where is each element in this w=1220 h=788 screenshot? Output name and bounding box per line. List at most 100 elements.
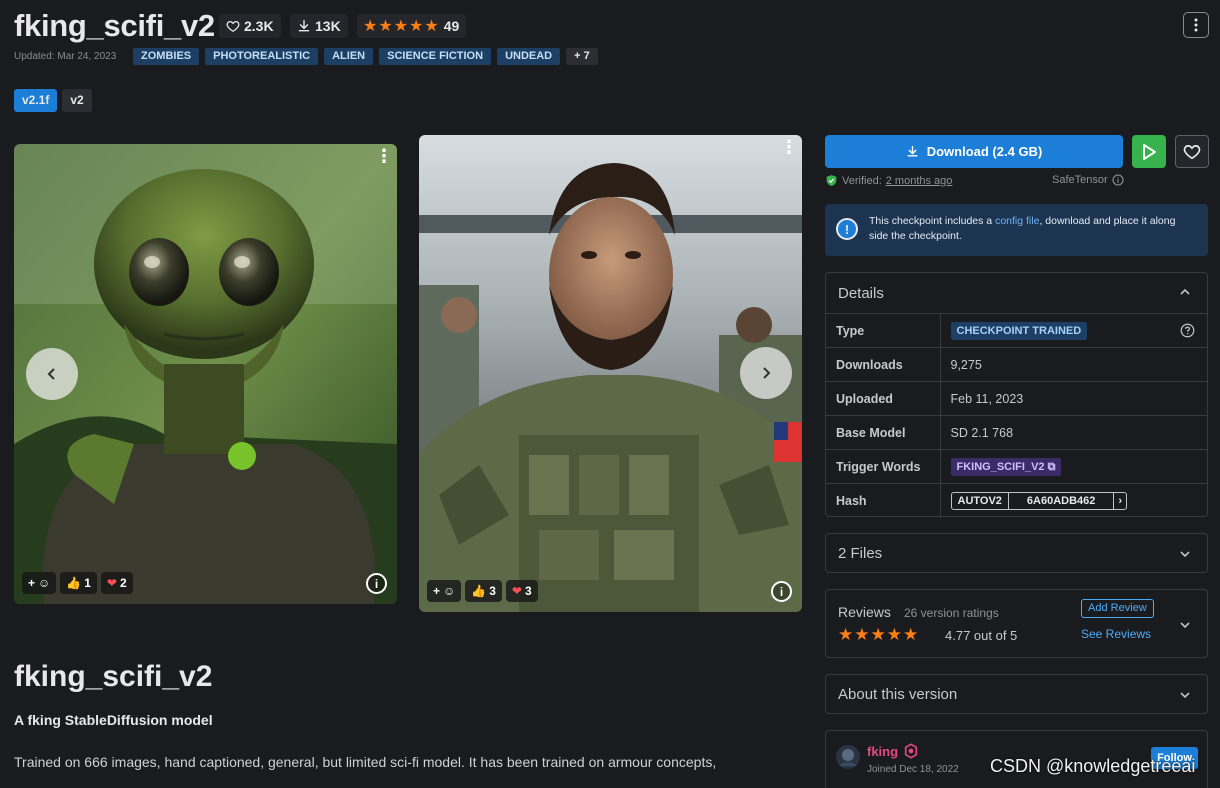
help-icon[interactable] xyxy=(1180,323,1195,338)
download-icon xyxy=(907,145,918,157)
download-icon xyxy=(298,20,310,32)
base-model-value: SD 2.1 768 xyxy=(940,415,1207,450)
details-row-base-model: Base Model SD 2.1 768 xyxy=(826,415,1207,450)
about-version-title: About this version xyxy=(838,685,958,703)
reviews-title: Reviews xyxy=(838,604,891,620)
tag-science-fiction[interactable]: SCIENCE FICTION xyxy=(379,48,492,65)
hash-type[interactable]: AUTOV2 xyxy=(952,493,1008,509)
creator-name[interactable]: fking xyxy=(867,744,898,759)
likes-count: 2.3K xyxy=(244,18,274,34)
thumbs-up-icon: 👍 xyxy=(471,584,487,598)
creator-joined: Joined Dec 18, 2022 xyxy=(867,764,959,775)
run-button[interactable] xyxy=(1132,135,1166,168)
heart-reaction[interactable]: ❤ 2 xyxy=(100,572,133,594)
add-review-button[interactable]: Add Review xyxy=(1081,599,1154,618)
badge-icon xyxy=(904,743,918,759)
heart-icon: ❤ xyxy=(106,576,117,590)
about-version-panel[interactable]: About this version xyxy=(825,674,1208,714)
trigger-word: FKING_SCIFI_V2 xyxy=(956,460,1045,473)
config-file-link[interactable]: config file xyxy=(995,215,1039,227)
details-key: Uploaded xyxy=(826,381,941,416)
more-options-button[interactable] xyxy=(1183,12,1209,38)
chevron-right-icon xyxy=(763,367,771,379)
details-key: Base Model xyxy=(826,415,941,450)
see-reviews-link[interactable]: See Reviews xyxy=(1081,627,1151,641)
reviews-panel: Reviews 26 version ratings ★★★★★ 4.77 ou… xyxy=(825,589,1208,658)
hash-value[interactable]: 6A60ADB462 xyxy=(1007,492,1113,509)
reaction-bar: + ☺ 👍 3 ❤ 3 xyxy=(427,580,538,602)
reaction-bar: + ☺ 👍 1 ❤ 2 xyxy=(22,572,133,594)
details-header[interactable]: Details xyxy=(826,273,1207,313)
add-reaction-button[interactable]: + ☺ xyxy=(427,580,462,602)
version-tab-v2[interactable]: v2 xyxy=(62,89,92,112)
info-icon[interactable] xyxy=(1112,174,1124,186)
details-key: Hash xyxy=(826,483,941,518)
favorite-button[interactable] xyxy=(1175,135,1209,168)
more-tags-button[interactable]: + 7 xyxy=(566,48,598,65)
gallery-image-soldier[interactable]: ⋮ +☺ 👍3 ❤3 i xyxy=(419,135,802,612)
like-reaction[interactable]: 👍 3 xyxy=(465,580,502,602)
heart-outline-icon xyxy=(226,20,240,33)
image-options-icon[interactable]: ⋮ xyxy=(780,138,798,156)
play-icon xyxy=(1143,143,1156,160)
trigger-word-badge[interactable]: FKING_SCIFI_V2 ⧉ xyxy=(950,457,1062,476)
version-tab-v2-1f[interactable]: v2.1f xyxy=(14,89,58,112)
safetensor-label: SafeTensor xyxy=(1052,174,1108,186)
download-button[interactable]: Download (2.4 GB) xyxy=(825,135,1123,168)
safetensor-info: SafeTensor xyxy=(1052,174,1124,186)
details-title: Details xyxy=(838,284,884,302)
tag-undead[interactable]: UNDEAD xyxy=(497,48,561,65)
likes-stat[interactable]: 2.3K xyxy=(219,14,281,38)
gallery-image-alien[interactable]: ⋮ +☺ 👍1 ❤2 i xyxy=(14,144,397,604)
image-info-icon[interactable]: i xyxy=(771,581,792,602)
tag-alien[interactable]: ALIEN xyxy=(324,48,374,65)
add-reaction-button[interactable]: + ☺ xyxy=(22,572,57,594)
hash-box[interactable]: AUTOV2 6A60ADB462 › xyxy=(950,491,1128,510)
updated-date: Updated: Mar 24, 2023 xyxy=(14,51,117,62)
vertical-dots-icon xyxy=(1194,18,1198,32)
smiley-icon: ☺ xyxy=(443,584,456,598)
heart-count: 2 xyxy=(119,576,127,590)
reviews-count: 26 version ratings xyxy=(904,606,999,620)
rating-stat[interactable]: ★★★★★ 49 xyxy=(357,14,467,38)
watermark: CSDN @knowledgetreeai xyxy=(990,756,1196,776)
copy-icon: ⧉ xyxy=(1047,460,1056,473)
details-row-uploaded: Uploaded Feb 11, 2023 xyxy=(826,381,1207,416)
image-info-icon[interactable]: i xyxy=(366,573,387,594)
version-tabs: v2.1f v2 xyxy=(14,89,92,112)
chevron-down-icon xyxy=(1180,551,1190,558)
type-badge: CHECKPOINT TRAINED xyxy=(950,321,1088,340)
details-key: Type xyxy=(826,313,941,348)
files-panel[interactable]: 2 Files xyxy=(825,533,1208,573)
tag-zombies[interactable]: ZOMBIES xyxy=(133,48,200,65)
details-panel: Details Type CHECKPOINT TRAINED Download… xyxy=(825,272,1208,518)
heart-count: 3 xyxy=(524,584,532,598)
heart-reaction[interactable]: ❤ 3 xyxy=(505,580,538,602)
carousel-next-button[interactable] xyxy=(740,347,792,399)
details-table: Type CHECKPOINT TRAINED Downloads 9,275 … xyxy=(826,313,1207,518)
rating-count: 49 xyxy=(443,18,460,34)
like-reaction[interactable]: 👍 1 xyxy=(60,572,97,594)
image-options-icon[interactable]: ⋮ xyxy=(375,147,393,165)
files-title: 2 Files xyxy=(838,544,883,562)
review-score: 4.77 out of 5 xyxy=(945,628,1018,643)
rating-stars-icon: ★★★★★ xyxy=(363,18,440,35)
shield-check-icon xyxy=(826,175,837,186)
thumbs-up-icon: 👍 xyxy=(66,576,82,590)
chevron-right-icon[interactable]: › xyxy=(1113,492,1126,509)
tag-photorealistic[interactable]: PHOTOREALISTIC xyxy=(205,48,319,65)
details-row-type: Type CHECKPOINT TRAINED xyxy=(826,313,1207,348)
verified-status: Verified: 2 months ago xyxy=(825,174,952,187)
tag-list: ZOMBIES PHOTOREALISTIC ALIEN SCIENCE FIC… xyxy=(133,48,598,65)
details-key: Downloads xyxy=(826,347,941,382)
downloads-count: 13K xyxy=(315,18,341,34)
review-stars-icon: ★★★★★ xyxy=(838,625,920,644)
chevron-down-icon[interactable] xyxy=(1179,621,1191,629)
content-description: Trained on 666 images, hand captioned, g… xyxy=(14,754,717,770)
downloads-value: 9,275 xyxy=(940,347,1207,382)
verified-time-link[interactable]: 2 months ago xyxy=(886,175,953,187)
details-row-trigger-words: Trigger Words FKING_SCIFI_V2 ⧉ xyxy=(826,449,1207,484)
avatar[interactable] xyxy=(835,744,861,770)
alert-info-icon: ! xyxy=(836,218,858,240)
carousel-prev-button[interactable] xyxy=(26,348,78,400)
